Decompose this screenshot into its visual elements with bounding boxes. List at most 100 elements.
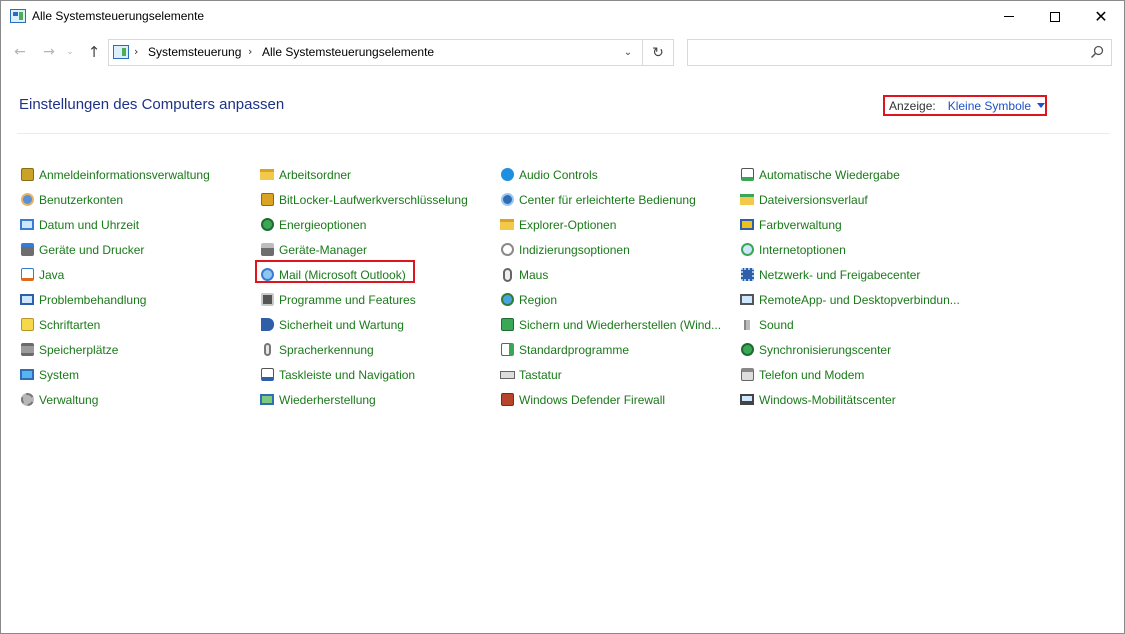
item-taskleiste-und-navigation[interactable]: Taskleiste und Navigation bbox=[257, 362, 497, 387]
minimize-icon bbox=[1004, 16, 1014, 17]
item-label[interactable]: Benutzerkonten bbox=[39, 193, 123, 207]
item-label[interactable]: Tastatur bbox=[519, 368, 562, 382]
item-tastatur[interactable]: Tastatur bbox=[497, 362, 737, 387]
item-label[interactable]: Wiederherstellung bbox=[279, 393, 376, 407]
triangle-down-icon[interactable] bbox=[1037, 103, 1046, 108]
item-label[interactable]: Spracherkennung bbox=[279, 343, 374, 357]
item-windows-mobilitaetscenter[interactable]: Windows-Mobilitätscenter bbox=[737, 387, 977, 412]
refresh-button[interactable]: ↻ bbox=[642, 40, 673, 65]
users-icon bbox=[19, 192, 35, 208]
item-label[interactable]: Region bbox=[519, 293, 557, 307]
item-indizierungsoptionen[interactable]: Indizierungsoptionen bbox=[497, 237, 737, 262]
recent-locations-button[interactable]: ⌄ bbox=[63, 41, 77, 63]
item-label[interactable]: Arbeitsordner bbox=[279, 168, 351, 182]
java-icon bbox=[19, 267, 35, 283]
item-label[interactable]: Taskleiste und Navigation bbox=[279, 368, 415, 382]
search-icon[interactable] bbox=[1090, 45, 1104, 59]
item-label[interactable]: Geräte-Manager bbox=[279, 243, 367, 257]
item-label[interactable]: Center für erleichterte Bedienung bbox=[519, 193, 696, 207]
item-wiederherstellung[interactable]: Wiederherstellung bbox=[257, 387, 497, 412]
item-label[interactable]: System bbox=[39, 368, 79, 382]
close-button[interactable]: ✕ bbox=[1078, 1, 1124, 32]
item-label[interactable]: Sicherheit und Wartung bbox=[279, 318, 404, 332]
view-value-dropdown[interactable]: Kleine Symbole bbox=[948, 99, 1031, 113]
item-explorer-optionen[interactable]: Explorer-Optionen bbox=[497, 212, 737, 237]
item-farbverwaltung[interactable]: Farbverwaltung bbox=[737, 212, 977, 237]
item-java[interactable]: Java bbox=[17, 262, 257, 287]
item-label[interactable]: Datum und Uhrzeit bbox=[39, 218, 139, 232]
item-telefon-und-modem[interactable]: Telefon und Modem bbox=[737, 362, 977, 387]
item-label[interactable]: Windows-Mobilitätscenter bbox=[759, 393, 896, 407]
search-input[interactable] bbox=[687, 39, 1112, 66]
item-label[interactable]: Internetoptionen bbox=[759, 243, 846, 257]
item-label[interactable]: Geräte und Drucker bbox=[39, 243, 144, 257]
item-label[interactable]: Telefon und Modem bbox=[759, 368, 864, 382]
address-dropdown-button[interactable]: ⌄ bbox=[614, 40, 642, 65]
breadcrumb-systemsteuerung[interactable]: Systemsteuerung bbox=[148, 45, 241, 59]
item-benutzerkonten[interactable]: Benutzerkonten bbox=[17, 187, 257, 212]
item-label[interactable]: Explorer-Optionen bbox=[519, 218, 616, 232]
item-label[interactable]: BitLocker-Laufwerkverschlüsselung bbox=[279, 193, 468, 207]
item-label[interactable]: Windows Defender Firewall bbox=[519, 393, 665, 407]
item-label[interactable]: Java bbox=[39, 268, 64, 282]
item-label[interactable]: Farbverwaltung bbox=[759, 218, 842, 232]
item-problembehandlung[interactable]: Problembehandlung bbox=[17, 287, 257, 312]
item-center-erleichterte-bedienung[interactable]: Center für erleichterte Bedienung bbox=[497, 187, 737, 212]
item-system[interactable]: System bbox=[17, 362, 257, 387]
address-bar[interactable]: › Systemsteuerung › Alle Systemsteuerung… bbox=[108, 39, 674, 66]
view-selector[interactable]: Anzeige: Kleine Symbole bbox=[883, 95, 1047, 116]
item-speicherplaetze[interactable]: Speicherplätze bbox=[17, 337, 257, 362]
item-label[interactable]: RemoteApp- und Desktopverbindun... bbox=[759, 293, 960, 307]
item-label[interactable]: Automatische Wiedergabe bbox=[759, 168, 900, 182]
item-label[interactable]: Sichern und Wiederherstellen (Wind... bbox=[519, 318, 721, 332]
item-region[interactable]: Region bbox=[497, 287, 737, 312]
title-bar[interactable]: Alle Systemsteuerungselemente ✕ bbox=[1, 1, 1124, 32]
item-windows-defender-firewall[interactable]: Windows Defender Firewall bbox=[497, 387, 737, 412]
item-label[interactable]: Problembehandlung bbox=[39, 293, 146, 307]
item-label[interactable]: Schriftarten bbox=[39, 318, 100, 332]
item-synchronisierungscenter[interactable]: Synchronisierungscenter bbox=[737, 337, 977, 362]
item-label[interactable]: Synchronisierungscenter bbox=[759, 343, 891, 357]
item-sound[interactable]: Sound bbox=[737, 312, 977, 337]
item-standardprogramme[interactable]: Standardprogramme bbox=[497, 337, 737, 362]
item-automatische-wiedergabe[interactable]: Automatische Wiedergabe bbox=[737, 162, 977, 187]
breadcrumb-alle-elemente[interactable]: Alle Systemsteuerungselemente bbox=[262, 45, 434, 59]
credential-vault-icon bbox=[19, 167, 35, 183]
forward-button[interactable]: → bbox=[39, 41, 59, 63]
item-datum-und-uhrzeit[interactable]: Datum und Uhrzeit bbox=[17, 212, 257, 237]
item-internetoptionen[interactable]: Internetoptionen bbox=[737, 237, 977, 262]
minimize-button[interactable] bbox=[986, 1, 1032, 32]
item-programme-und-features[interactable]: Programme und Features bbox=[257, 287, 497, 312]
item-verwaltung[interactable]: Verwaltung bbox=[17, 387, 257, 412]
item-anmeldeinformationsverwaltung[interactable]: Anmeldeinformationsverwaltung bbox=[17, 162, 257, 187]
item-label[interactable]: Anmeldeinformationsverwaltung bbox=[39, 168, 210, 182]
item-netzwerk-und-freigabecenter[interactable]: Netzwerk- und Freigabecenter bbox=[737, 262, 977, 287]
item-sicherheit-und-wartung[interactable]: Sicherheit und Wartung bbox=[257, 312, 497, 337]
item-geraete-manager[interactable]: Geräte-Manager bbox=[257, 237, 497, 262]
up-button[interactable]: ↑ bbox=[84, 41, 104, 63]
maximize-button[interactable] bbox=[1032, 1, 1078, 32]
item-arbeitsordner[interactable]: Arbeitsordner bbox=[257, 162, 497, 187]
item-label[interactable]: Verwaltung bbox=[39, 393, 98, 407]
item-label[interactable]: Indizierungsoptionen bbox=[519, 243, 630, 257]
item-label[interactable]: Netzwerk- und Freigabecenter bbox=[759, 268, 920, 282]
item-label[interactable]: Maus bbox=[519, 268, 548, 282]
item-dateiversionsverlauf[interactable]: Dateiversionsverlauf bbox=[737, 187, 977, 212]
item-label[interactable]: Dateiversionsverlauf bbox=[759, 193, 868, 207]
item-spracherkennung[interactable]: Spracherkennung bbox=[257, 337, 497, 362]
item-label[interactable]: Speicherplätze bbox=[39, 343, 118, 357]
item-label[interactable]: Sound bbox=[759, 318, 794, 332]
item-sichern-und-wiederherstellen[interactable]: Sichern und Wiederherstellen (Wind... bbox=[497, 312, 737, 337]
item-remoteapp-desktopverbindungen[interactable]: RemoteApp- und Desktopverbindun... bbox=[737, 287, 977, 312]
item-maus[interactable]: Maus bbox=[497, 262, 737, 287]
item-label[interactable]: Programme und Features bbox=[279, 293, 416, 307]
item-energieoptionen[interactable]: Energieoptionen bbox=[257, 212, 497, 237]
item-label[interactable]: Audio Controls bbox=[519, 168, 598, 182]
item-bitlocker[interactable]: BitLocker-Laufwerkverschlüsselung bbox=[257, 187, 497, 212]
back-button[interactable]: ← bbox=[10, 41, 30, 63]
item-label[interactable]: Standardprogramme bbox=[519, 343, 629, 357]
item-geraete-und-drucker[interactable]: Geräte und Drucker bbox=[17, 237, 257, 262]
item-audio-controls[interactable]: Audio Controls bbox=[497, 162, 737, 187]
item-schriftarten[interactable]: Schriftarten bbox=[17, 312, 257, 337]
item-label[interactable]: Energieoptionen bbox=[279, 218, 366, 232]
